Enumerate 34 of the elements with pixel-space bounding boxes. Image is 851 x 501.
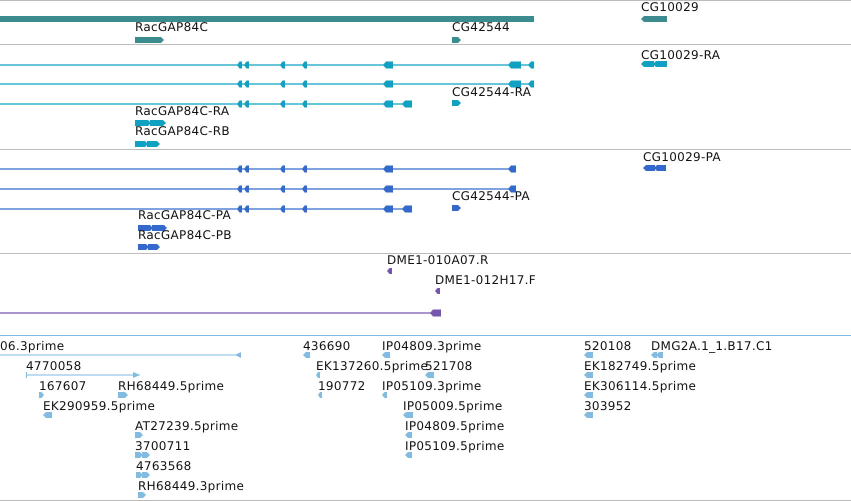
feature-label: DME1-010A07.R: [387, 253, 489, 267]
feature-label: IP05009.5prime: [403, 399, 503, 413]
feature-label: DME1-012H17.F: [435, 273, 536, 287]
feature-label: RH68449.5prime: [118, 379, 224, 393]
feature-label: CG42544: [452, 20, 510, 34]
feature-label: 167607: [39, 379, 87, 393]
feature-label: RacGAP84C: [135, 20, 208, 34]
feature-label: 303952: [584, 399, 632, 413]
feature-label: IP04809.5prime: [405, 419, 505, 433]
feature-label: 4763568: [136, 459, 192, 473]
feature-label: IP05109.5prime: [405, 439, 505, 453]
feature-label: IP04809.3prime: [382, 339, 482, 353]
feature-label: DMG2A.1_1.B17.C1: [651, 339, 773, 353]
feature-label: IP05109.3prime: [382, 379, 482, 393]
feature-label: 4770058: [26, 359, 82, 373]
feature-label: RacGAP84C-PA: [138, 208, 232, 222]
feature-label: EK306114.5prime: [584, 379, 696, 393]
feature-label: AT27239.5prime: [135, 419, 238, 433]
feature-label: CG42544-RA: [452, 85, 532, 99]
feature-label: 3700711: [135, 439, 191, 453]
feature-label: RacGAP84C-RA: [135, 104, 230, 118]
feature-label: EK182749.5prime: [584, 359, 696, 373]
feature-label: RacGAP84C-RB: [135, 124, 230, 138]
feature-label: EK290959.5prime: [43, 399, 156, 413]
feature-label: CG10029-RA: [641, 48, 720, 62]
feature-label: RacGAP84C-PB: [138, 228, 232, 242]
feature-label: 06.3prime: [0, 339, 64, 353]
feature-label: 520108: [584, 339, 632, 353]
feature-label: RH68449.3prime: [138, 479, 244, 493]
feature-label: CG10029: [641, 0, 699, 14]
feature-label: 436690: [303, 339, 351, 353]
feature-label: CG42544-PA: [452, 189, 530, 203]
feature-label: CG10029-PA: [643, 150, 721, 164]
feature-label: 190772: [318, 379, 366, 393]
